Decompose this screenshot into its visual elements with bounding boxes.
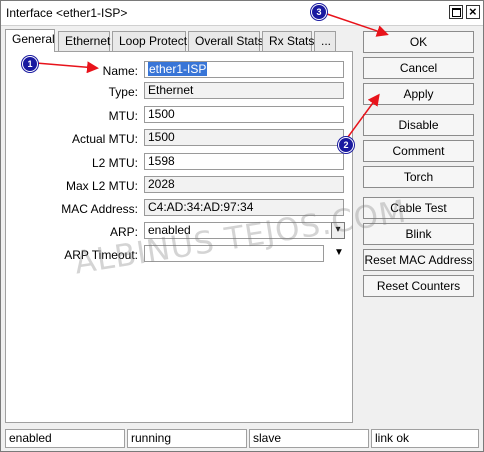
status-slave: slave xyxy=(249,429,369,448)
ok-button[interactable]: OK xyxy=(363,31,474,53)
max-l2-mtu-field: 2028 xyxy=(144,176,344,193)
l2-mtu-input[interactable]: 1598 xyxy=(144,153,344,170)
mtu-input[interactable]: 1500 xyxy=(144,106,344,123)
apply-button[interactable]: Apply xyxy=(363,83,474,105)
reset-counters-button[interactable]: Reset Counters xyxy=(363,275,474,297)
tab-ethernet[interactable]: Ethernet xyxy=(58,31,110,51)
tab-rx-stats[interactable]: Rx Stats xyxy=(262,31,314,51)
type-label: Type: xyxy=(108,85,138,99)
marker-1: 1 xyxy=(22,56,38,72)
cancel-button[interactable]: Cancel xyxy=(363,57,474,79)
marker-2: 2 xyxy=(338,137,354,153)
max-l2-mtu-label: Max L2 MTU: xyxy=(65,179,138,193)
disable-button[interactable]: Disable xyxy=(363,114,474,136)
actual-mtu-label: Actual MTU: xyxy=(71,132,138,146)
maximize-icon[interactable] xyxy=(449,5,463,19)
tab-overall-stats[interactable]: Overall Stats xyxy=(188,31,264,51)
status-link: link ok xyxy=(371,429,479,448)
status-bar: enabled running slave link ok xyxy=(1,429,483,449)
mtu-label: MTU: xyxy=(108,109,138,123)
tab-loop-protect[interactable]: Loop Protect xyxy=(112,31,187,51)
close-icon[interactable]: × xyxy=(466,4,480,19)
name-label: Name: xyxy=(102,64,138,78)
comment-button[interactable]: Comment xyxy=(363,140,474,162)
name-input[interactable]: ether1-ISP xyxy=(144,61,344,78)
tab-more[interactable]: ... xyxy=(314,31,336,51)
status-running: running xyxy=(127,429,247,448)
name-value: ether1-ISP xyxy=(148,62,208,76)
chevron-down-icon[interactable]: ▼ xyxy=(334,247,344,258)
window-title: Interface <ether1-ISP> xyxy=(6,6,128,20)
l2-mtu-label: L2 MTU: xyxy=(91,156,138,170)
type-field: Ethernet xyxy=(144,82,344,99)
marker-3: 3 xyxy=(311,4,327,20)
tab-general[interactable]: General xyxy=(5,29,55,52)
torch-button[interactable]: Torch xyxy=(363,166,474,188)
reset-mac-address-button[interactable]: Reset MAC Address xyxy=(363,249,474,271)
status-enabled: enabled xyxy=(5,429,125,448)
mac-address-label: MAC Address: xyxy=(61,202,138,216)
actual-mtu-field: 1500 xyxy=(144,129,344,146)
title-bar: Interface <ether1-ISP> × xyxy=(1,1,483,26)
